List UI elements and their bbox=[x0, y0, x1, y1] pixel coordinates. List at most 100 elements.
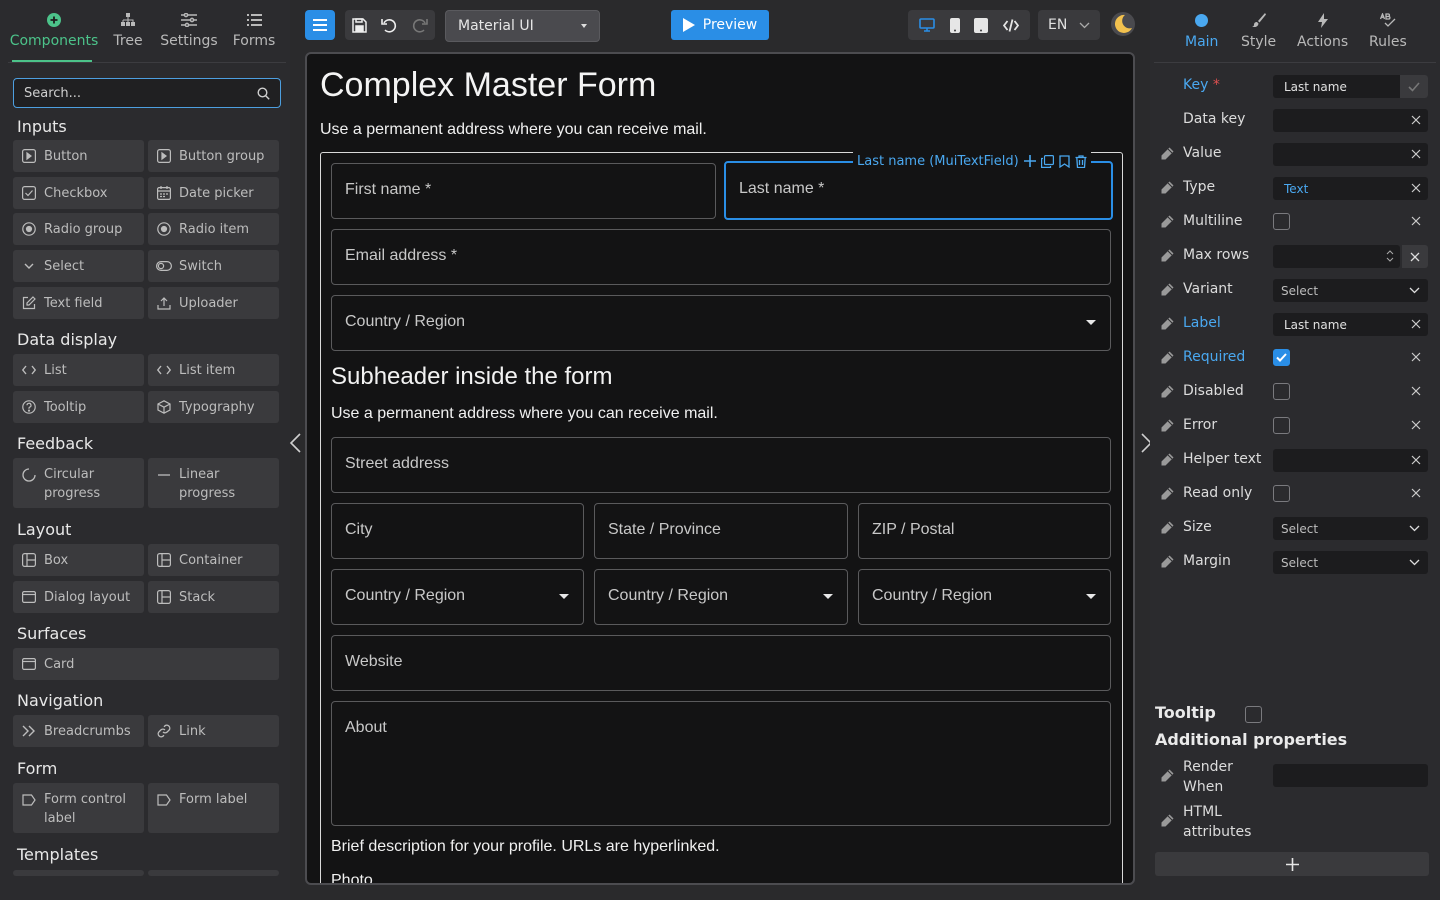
email-field[interactable]: Email address * bbox=[331, 229, 1111, 285]
multiline-checkbox[interactable] bbox=[1273, 213, 1290, 230]
pencil-icon[interactable] bbox=[1160, 814, 1174, 828]
pencil-icon[interactable] bbox=[1160, 317, 1174, 331]
country-select-b[interactable]: Country / Region bbox=[594, 569, 848, 625]
save-icon[interactable] bbox=[352, 17, 367, 33]
component-circular-progress[interactable]: Circular progress bbox=[13, 458, 144, 508]
search-input[interactable] bbox=[24, 85, 257, 101]
street-address-field[interactable]: Street address bbox=[331, 437, 1111, 493]
size-select[interactable]: Select bbox=[1273, 517, 1428, 540]
clear-icon[interactable] bbox=[1411, 115, 1421, 125]
tab-rules[interactable]: Rules bbox=[1369, 12, 1407, 50]
type-input[interactable]: Text bbox=[1273, 177, 1428, 200]
website-field[interactable]: Website bbox=[331, 635, 1111, 691]
pencil-icon[interactable] bbox=[1160, 555, 1174, 569]
component-date-picker[interactable]: Date picker bbox=[148, 177, 279, 209]
pencil-icon[interactable] bbox=[1160, 215, 1174, 229]
city-field[interactable]: City bbox=[331, 503, 584, 559]
pencil-icon[interactable] bbox=[1160, 453, 1174, 467]
tab-components[interactable]: Components bbox=[0, 0, 108, 62]
pencil-icon[interactable] bbox=[1160, 419, 1174, 433]
component-button-group[interactable]: Button group bbox=[148, 140, 279, 172]
collapse-left-button[interactable] bbox=[289, 432, 303, 454]
ui-library-select[interactable]: Material UI bbox=[445, 10, 600, 42]
pencil-icon[interactable] bbox=[1160, 351, 1174, 365]
bookmark-icon[interactable] bbox=[1059, 154, 1070, 168]
stepper-icon[interactable] bbox=[1386, 248, 1394, 264]
zip-field[interactable]: ZIP / Postal bbox=[858, 503, 1111, 559]
clear-icon[interactable] bbox=[1411, 488, 1421, 498]
component-typography[interactable]: Typography bbox=[148, 391, 279, 423]
tab-settings[interactable]: Settings bbox=[148, 0, 230, 62]
data-key-input[interactable] bbox=[1273, 109, 1428, 132]
component-link[interactable]: Link bbox=[148, 715, 279, 747]
trash-icon[interactable] bbox=[1075, 154, 1087, 168]
add-property-button[interactable] bbox=[1155, 852, 1429, 876]
tab-forms[interactable]: Forms bbox=[230, 0, 278, 62]
plus-icon[interactable] bbox=[1023, 155, 1036, 167]
first-name-field[interactable]: First name * bbox=[331, 163, 716, 219]
clear-icon[interactable] bbox=[1411, 386, 1421, 396]
redo-icon[interactable] bbox=[412, 18, 428, 33]
code-icon[interactable] bbox=[1002, 18, 1019, 32]
clear-icon[interactable] bbox=[1411, 149, 1421, 159]
duplicate-icon[interactable] bbox=[1040, 154, 1054, 168]
component-checkbox[interactable]: Checkbox bbox=[13, 177, 144, 209]
component-card[interactable]: Card bbox=[13, 648, 279, 680]
read-only-checkbox[interactable] bbox=[1273, 485, 1290, 502]
render-when-input[interactable] bbox=[1273, 764, 1428, 787]
pencil-icon[interactable] bbox=[1160, 147, 1174, 161]
component-list[interactable]: List bbox=[13, 354, 144, 386]
tablet-icon[interactable] bbox=[974, 17, 989, 33]
margin-select[interactable]: Select bbox=[1273, 551, 1428, 574]
component-select[interactable]: Select bbox=[13, 250, 144, 282]
error-checkbox[interactable] bbox=[1273, 417, 1290, 434]
clear-max-rows-button[interactable] bbox=[1402, 245, 1428, 268]
tab-style[interactable]: Style bbox=[1241, 12, 1276, 50]
tab-tree[interactable]: Tree bbox=[108, 0, 148, 62]
theme-toggle[interactable] bbox=[1110, 11, 1136, 37]
clear-icon[interactable] bbox=[1411, 183, 1421, 193]
clear-icon[interactable] bbox=[1411, 352, 1421, 362]
component-radio-group[interactable]: Radio group bbox=[13, 213, 144, 245]
component-template[interactable] bbox=[13, 870, 144, 876]
pencil-icon[interactable] bbox=[1160, 487, 1174, 501]
component-container[interactable]: Container bbox=[148, 544, 279, 576]
tooltip-checkbox[interactable] bbox=[1245, 706, 1262, 723]
pencil-icon[interactable] bbox=[1160, 769, 1174, 783]
component-list-item[interactable]: List item bbox=[148, 354, 279, 386]
confirm-key-button[interactable] bbox=[1400, 75, 1428, 98]
preview-button[interactable]: Preview bbox=[671, 10, 769, 40]
clear-icon[interactable] bbox=[1411, 420, 1421, 430]
component-form-control-label[interactable]: Form control label bbox=[13, 783, 144, 833]
country-select-a[interactable]: Country / Region bbox=[331, 569, 584, 625]
component-breadcrumbs[interactable]: Breadcrumbs bbox=[13, 715, 144, 747]
pencil-icon[interactable] bbox=[1160, 385, 1174, 399]
component-switch[interactable]: Switch bbox=[148, 250, 279, 282]
pencil-icon[interactable] bbox=[1160, 181, 1174, 195]
desktop-icon[interactable] bbox=[919, 18, 936, 32]
component-dialog-layout[interactable]: Dialog layout bbox=[13, 581, 144, 613]
max-rows-input[interactable] bbox=[1273, 245, 1400, 268]
required-checkbox[interactable] bbox=[1273, 349, 1290, 366]
mobile-icon[interactable] bbox=[949, 17, 960, 33]
menu-button[interactable] bbox=[305, 10, 335, 40]
state-field[interactable]: State / Province bbox=[594, 503, 848, 559]
helper-text-input[interactable] bbox=[1273, 449, 1428, 472]
value-input[interactable] bbox=[1273, 143, 1428, 166]
component-button[interactable]: Button bbox=[13, 140, 144, 172]
key-input[interactable]: Last name bbox=[1273, 75, 1428, 98]
about-field[interactable]: About bbox=[331, 701, 1111, 826]
country-select[interactable]: Country / Region bbox=[331, 295, 1111, 351]
undo-icon[interactable] bbox=[381, 18, 397, 33]
pencil-icon[interactable] bbox=[1160, 283, 1174, 297]
variant-select[interactable]: Select bbox=[1273, 279, 1428, 302]
clear-icon[interactable] bbox=[1411, 216, 1421, 226]
pencil-icon[interactable] bbox=[1160, 521, 1174, 535]
country-select-c[interactable]: Country / Region bbox=[858, 569, 1111, 625]
disabled-checkbox[interactable] bbox=[1273, 383, 1290, 400]
language-select[interactable]: EN bbox=[1038, 10, 1100, 40]
search-icon[interactable] bbox=[257, 86, 270, 100]
clear-icon[interactable] bbox=[1411, 455, 1421, 465]
label-input[interactable]: Last name bbox=[1273, 313, 1428, 336]
component-form-label[interactable]: Form label bbox=[148, 783, 279, 833]
